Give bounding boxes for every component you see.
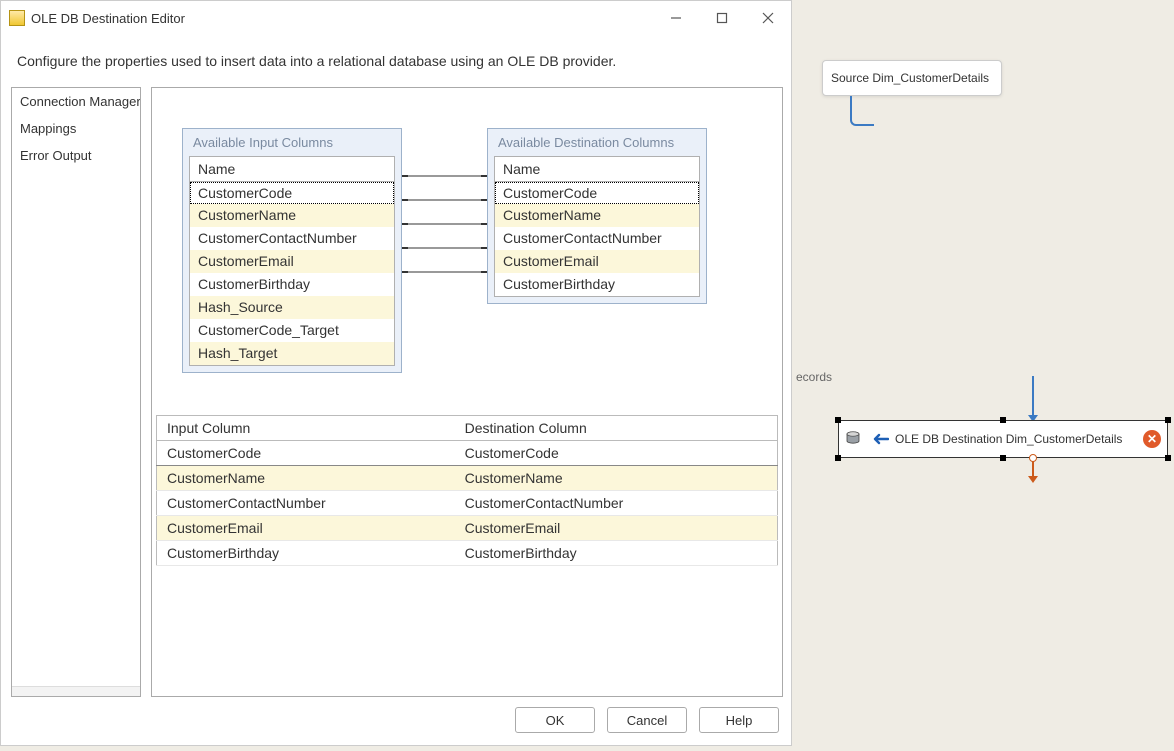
input-column-item[interactable]: CustomerCode_Target: [190, 319, 394, 342]
titlebar[interactable]: OLE DB Destination Editor: [1, 1, 791, 35]
input-column-item[interactable]: CustomerContactNumber: [190, 227, 394, 250]
mapping-grid-row[interactable]: CustomerBirthdayCustomerBirthday: [157, 541, 778, 566]
mapping-grid-row[interactable]: CustomerCodeCustomerCode: [157, 441, 778, 466]
available-input-columns-box[interactable]: Available Input Columns Name CustomerCod…: [182, 128, 402, 373]
source-component-box[interactable]: Source Dim_CustomerDetails: [822, 60, 1002, 96]
mapping-grid-area: Input Column Destination Column Customer…: [152, 408, 782, 696]
available-destination-columns-box[interactable]: Available Destination Columns Name Custo…: [487, 128, 707, 304]
arrow-left-icon: [871, 432, 889, 446]
grid-cell-input[interactable]: CustomerEmail: [157, 516, 455, 541]
database-icon: [845, 429, 865, 449]
destination-column-item[interactable]: CustomerContactNumber: [495, 227, 699, 250]
sidebar-item-error-output[interactable]: Error Output: [12, 142, 140, 169]
window-icon: [9, 10, 25, 26]
sidebar-item-mappings[interactable]: Mappings: [12, 115, 140, 142]
input-column-item[interactable]: Hash_Target: [190, 342, 394, 365]
dialog-button-bar: OK Cancel Help: [1, 697, 791, 745]
destination-column-item[interactable]: CustomerEmail: [495, 250, 699, 273]
close-button[interactable]: [745, 3, 791, 33]
minimize-button[interactable]: [653, 3, 699, 33]
maximize-button[interactable]: [699, 3, 745, 33]
oledb-destination-editor-dialog: OLE DB Destination Editor Configure the …: [0, 0, 792, 746]
page-selector-sidebar: Connection ManagerMappingsError Output: [11, 87, 141, 697]
mapping-grid-row[interactable]: CustomerNameCustomerName: [157, 466, 778, 491]
destination-column-item[interactable]: CustomerName: [495, 204, 699, 227]
input-column-item[interactable]: Hash_Source: [190, 296, 394, 319]
mapping-grid-row[interactable]: CustomerEmailCustomerEmail: [157, 516, 778, 541]
input-column-item[interactable]: CustomerBirthday: [190, 273, 394, 296]
minimize-icon: [670, 12, 682, 24]
close-icon: [762, 12, 774, 24]
mapping-diagram-area[interactable]: Available Input Columns Name CustomerCod…: [152, 88, 782, 408]
instruction-text: Configure the properties used to insert …: [1, 35, 791, 87]
grid-cell-destination[interactable]: CustomerName: [455, 466, 778, 491]
sidebar-item-connection-manager[interactable]: Connection Manager: [12, 88, 140, 115]
destination-columns-list[interactable]: Name CustomerCodeCustomerNameCustomerCon…: [494, 156, 700, 297]
flow-connector-into-oledb: [1032, 376, 1034, 416]
mapping-grid[interactable]: Input Column Destination Column Customer…: [156, 415, 778, 566]
oledb-destination-component[interactable]: OLE DB Destination Dim_CustomerDetails ✕: [838, 420, 1168, 458]
grid-cell-input[interactable]: CustomerBirthday: [157, 541, 455, 566]
column-header-name[interactable]: Name: [495, 157, 699, 182]
grid-cell-destination[interactable]: CustomerCode: [455, 441, 778, 466]
mappings-panel: Available Input Columns Name CustomerCod…: [151, 87, 783, 697]
sidebar-scrollbar[interactable]: [12, 686, 140, 696]
input-column-item[interactable]: CustomerEmail: [190, 250, 394, 273]
grid-cell-destination[interactable]: CustomerBirthday: [455, 541, 778, 566]
flow-connector: [850, 96, 874, 126]
cancel-button[interactable]: Cancel: [607, 707, 687, 733]
grid-cell-input[interactable]: CustomerCode: [157, 441, 455, 466]
destination-column-item[interactable]: CustomerCode: [495, 182, 699, 204]
grid-cell-destination[interactable]: CustomerEmail: [455, 516, 778, 541]
input-column-item[interactable]: CustomerCode: [190, 182, 394, 204]
column-header-name[interactable]: Name: [190, 157, 394, 182]
mapping-connectors: [402, 168, 487, 368]
error-badge-icon: ✕: [1143, 430, 1161, 448]
input-columns-title: Available Input Columns: [183, 129, 401, 156]
help-button[interactable]: Help: [699, 707, 779, 733]
oledb-component-label: OLE DB Destination Dim_CustomerDetails: [895, 432, 1137, 446]
grid-header-destination-column[interactable]: Destination Column: [455, 416, 778, 441]
grid-cell-input[interactable]: CustomerContactNumber: [157, 491, 455, 516]
partial-label-records: ecords: [796, 370, 832, 384]
grid-cell-destination[interactable]: CustomerContactNumber: [455, 491, 778, 516]
maximize-icon: [716, 12, 728, 24]
grid-cell-input[interactable]: CustomerName: [157, 466, 455, 491]
source-component-label: Source Dim_CustomerDetails: [831, 71, 989, 85]
destination-column-item[interactable]: CustomerBirthday: [495, 273, 699, 296]
input-column-item[interactable]: CustomerName: [190, 204, 394, 227]
mapping-grid-row[interactable]: CustomerContactNumberCustomerContactNumb…: [157, 491, 778, 516]
destination-columns-title: Available Destination Columns: [488, 129, 706, 156]
ok-button[interactable]: OK: [515, 707, 595, 733]
input-columns-list[interactable]: Name CustomerCodeCustomerNameCustomerCon…: [189, 156, 395, 366]
grid-header-input-column[interactable]: Input Column: [157, 416, 455, 441]
window-title: OLE DB Destination Editor: [31, 11, 653, 26]
